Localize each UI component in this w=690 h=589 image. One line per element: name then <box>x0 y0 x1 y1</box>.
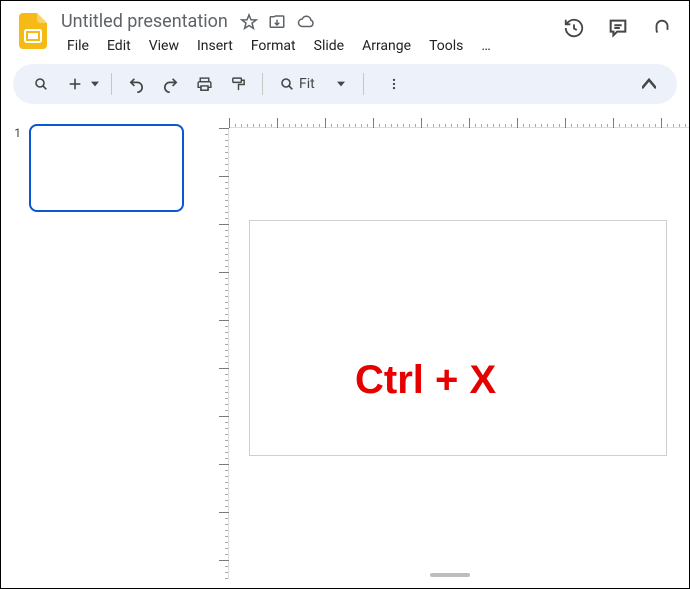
slide-thumbnail-row[interactable]: 1 <box>11 124 201 212</box>
header: Untitled presentation File Edit View Ins… <box>1 1 689 64</box>
document-title[interactable]: Untitled presentation <box>61 11 228 32</box>
zoom-label: Fit <box>299 76 315 92</box>
ruler-horizontal[interactable] <box>229 112 689 128</box>
comments-icon[interactable] <box>607 17 629 39</box>
zoom-icon <box>279 76 295 92</box>
menu-insert[interactable]: Insert <box>189 34 241 58</box>
slide-number: 1 <box>11 124 21 140</box>
title-area: Untitled presentation File Edit View Ins… <box>59 7 563 64</box>
chevron-down-icon <box>337 76 345 92</box>
toolbar: Fit <box>13 64 677 104</box>
toolbar-separator <box>262 73 263 95</box>
toolbar-separator <box>111 73 112 95</box>
paint-format-button[interactable] <box>224 70 252 98</box>
notifications-icon[interactable] <box>651 17 673 39</box>
menu-slide[interactable]: Slide <box>306 34 352 58</box>
print-button[interactable] <box>190 70 218 98</box>
history-icon[interactable] <box>563 17 585 39</box>
new-slide-button[interactable] <box>61 70 89 98</box>
speaker-notes-handle[interactable] <box>430 573 470 577</box>
menu-format[interactable]: Format <box>243 34 304 58</box>
more-tools-button[interactable] <box>380 70 408 98</box>
menu-tools[interactable]: Tools <box>421 34 471 58</box>
move-icon[interactable] <box>268 13 286 31</box>
slide[interactable] <box>249 220 667 456</box>
menu-view[interactable]: View <box>141 34 187 58</box>
canvas[interactable]: Ctrl + X <box>229 128 689 579</box>
undo-button[interactable] <box>122 70 150 98</box>
toolbar-separator <box>363 73 364 95</box>
canvas-area: Ctrl + X <box>211 112 689 579</box>
menubar: File Edit View Insert Format Slide Arran… <box>59 32 563 64</box>
zoom-selector[interactable]: Fit <box>273 76 353 92</box>
redo-button[interactable] <box>156 70 184 98</box>
collapse-toolbar-button[interactable] <box>635 70 663 98</box>
star-icon[interactable] <box>240 13 258 31</box>
workspace: 1 Ctrl + X <box>1 112 689 579</box>
menu-more[interactable]: … <box>473 34 498 58</box>
ruler-vertical[interactable] <box>211 128 229 579</box>
menu-edit[interactable]: Edit <box>99 34 139 58</box>
menu-file[interactable]: File <box>59 34 97 58</box>
filmstrip[interactable]: 1 <box>1 112 211 579</box>
menu-arrange[interactable]: Arrange <box>354 34 419 58</box>
slide-thumbnail[interactable] <box>29 124 184 212</box>
cloud-status-icon[interactable] <box>296 13 316 31</box>
new-slide-dropdown-icon[interactable] <box>89 80 101 88</box>
app-logo[interactable] <box>13 11 53 51</box>
search-menus-icon[interactable] <box>27 70 55 98</box>
